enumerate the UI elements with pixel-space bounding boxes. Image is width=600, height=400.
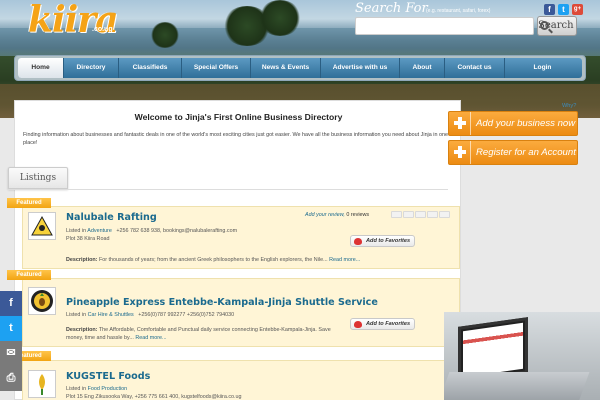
add-business-button[interactable]: Add your business now — [448, 111, 578, 136]
star-icon[interactable] — [439, 211, 450, 218]
listed-in-label: Listed in — [66, 386, 87, 392]
search-input[interactable] — [355, 17, 534, 35]
listing-card: Pineapple Express Entebbe-Kampala-Jinja … — [22, 278, 460, 347]
description-text: The Affordable, Comfortable and Punctual… — [66, 327, 331, 341]
add-business-label: Add your business now — [476, 118, 576, 129]
nav-item-advertise[interactable]: Advertise with us — [321, 58, 400, 78]
listing-description: Description: For thousands of years; fro… — [66, 256, 446, 264]
favorites-label: Add to Favorites — [366, 238, 411, 244]
plus-icon — [454, 117, 466, 129]
email-icon[interactable]: ✉ — [0, 341, 22, 366]
main-nav: Home Directory Classifieds Special Offer… — [14, 55, 586, 81]
search-icon — [540, 21, 549, 30]
facebook-icon[interactable]: f — [544, 4, 555, 15]
listing-title[interactable]: Nalubale Rafting — [66, 212, 157, 223]
listing-thumbnail[interactable] — [28, 287, 56, 315]
google-plus-icon[interactable]: g+ — [572, 4, 583, 15]
facebook-icon[interactable]: f — [0, 291, 22, 316]
featured-ribbon: Featured — [7, 270, 51, 280]
laptop-screen-content — [463, 322, 523, 378]
add-review-link[interactable]: Add your review, — [305, 212, 345, 218]
nav-item-news-events[interactable]: News & Events — [251, 58, 321, 78]
print-icon[interactable]: ⎙ — [0, 366, 22, 391]
read-more-link[interactable]: Read more... — [135, 335, 166, 341]
description-text: For thousands of years; from the ancient… — [98, 257, 328, 263]
star-icon[interactable] — [391, 211, 402, 218]
listing-card: KUGSTEL Foods Listed in Food Production … — [22, 360, 460, 400]
page-title: Welcome to Jinja's First Online Business… — [134, 112, 343, 122]
add-to-favorites-button[interactable]: Add to Favorites — [350, 318, 415, 330]
listing-title[interactable]: KUGSTEL Foods — [66, 371, 150, 382]
site-logo[interactable]: kiira .co.ug — [28, 0, 119, 41]
search-label: Search For — [355, 1, 428, 16]
listed-in-label: Listed in — [66, 312, 87, 318]
nav-item-special-offers[interactable]: Special Offers — [182, 58, 251, 78]
nav-item-contact[interactable]: Contact us — [445, 58, 505, 78]
listing-description: Description: The Affordable, Comfortable… — [66, 326, 336, 342]
contact-info: Plot 15 Eng Zikusooka Way, +256 775 661 … — [66, 394, 242, 400]
star-icon[interactable] — [415, 211, 426, 218]
logo-word: kiira — [28, 0, 119, 41]
listing-thumbnail[interactable] — [28, 370, 56, 398]
rating-stars[interactable] — [391, 211, 451, 220]
description-label: Description: — [66, 257, 98, 263]
register-account-button[interactable]: Register for an Account — [448, 140, 578, 165]
divider — [8, 189, 448, 190]
plus-icon — [454, 146, 466, 158]
star-icon[interactable] — [403, 211, 414, 218]
nav-bar: Home Directory Classifieds Special Offer… — [18, 58, 582, 78]
laptop-body — [444, 372, 590, 400]
favorites-label: Add to Favorites — [366, 321, 411, 327]
listing-address: Plot 38 Kiira Road — [66, 236, 110, 242]
star-icon[interactable] — [427, 211, 438, 218]
review-info: Add your review, 0 reviews — [305, 212, 369, 218]
listed-in-label: Listed in — [66, 228, 87, 234]
twitter-icon[interactable]: t — [558, 4, 569, 15]
contact-info: +256(0)787 992277 +256(0)752 794030 — [138, 312, 235, 318]
pineapple-logo-icon — [31, 290, 53, 312]
plus-icon-box — [449, 141, 471, 164]
listing-meta: Listed in Adventure +256 782 638 938, bo… — [66, 228, 237, 234]
listing-thumbnail[interactable] — [28, 212, 56, 240]
kugstel-logo-icon — [30, 372, 54, 396]
tab-listings[interactable]: Listings — [8, 167, 68, 189]
contact-info: +256 782 638 938, bookings@nalubalerafti… — [116, 228, 238, 234]
nav-item-login[interactable]: Login — [505, 58, 580, 78]
listing-meta: Listed in Car Hire & Shuttles +256(0)787… — [66, 312, 234, 318]
palm-tree-image — [258, 0, 302, 36]
category-link[interactable]: Car Hire & Shuttles — [88, 312, 134, 318]
add-to-favorites-button[interactable]: Add to Favorites — [350, 235, 415, 247]
register-account-label: Register for an Account — [476, 147, 576, 158]
listing-card: Nalubale Rafting Listed in Adventure +25… — [22, 206, 460, 269]
search-hint: (e.g. restaurant, safari, forex) — [426, 8, 491, 14]
advert-laptop-image[interactable] — [444, 312, 600, 400]
nav-item-about[interactable]: About — [400, 58, 445, 78]
why-link[interactable]: Why? — [562, 103, 576, 109]
description-label: Description: — [66, 327, 98, 333]
nav-item-home[interactable]: Home — [18, 58, 64, 78]
category-link[interactable]: Food Production — [88, 386, 128, 392]
review-count: 0 reviews — [346, 212, 370, 218]
nav-item-classifieds[interactable]: Classifieds — [119, 58, 182, 78]
palm-tree-image — [150, 22, 180, 48]
heart-icon — [354, 321, 362, 328]
plus-icon-box — [449, 112, 471, 135]
featured-ribbon: Featured — [7, 198, 51, 208]
twitter-icon[interactable]: t — [0, 316, 22, 341]
rafting-logo-icon — [30, 214, 54, 238]
read-more-link[interactable]: Read more... — [329, 257, 360, 263]
listing-title[interactable]: Pineapple Express Entebbe-Kampala-Jinja … — [66, 297, 378, 308]
heart-icon — [354, 238, 362, 245]
logo-tld: .co.ug — [92, 26, 113, 33]
nav-item-directory[interactable]: Directory — [64, 58, 119, 78]
listing-meta: Listed in Food Production — [66, 386, 127, 392]
search-button[interactable]: Search — [537, 16, 577, 36]
category-link[interactable]: Adventure — [87, 228, 112, 234]
intro-text: Finding information about businesses and… — [23, 132, 448, 146]
